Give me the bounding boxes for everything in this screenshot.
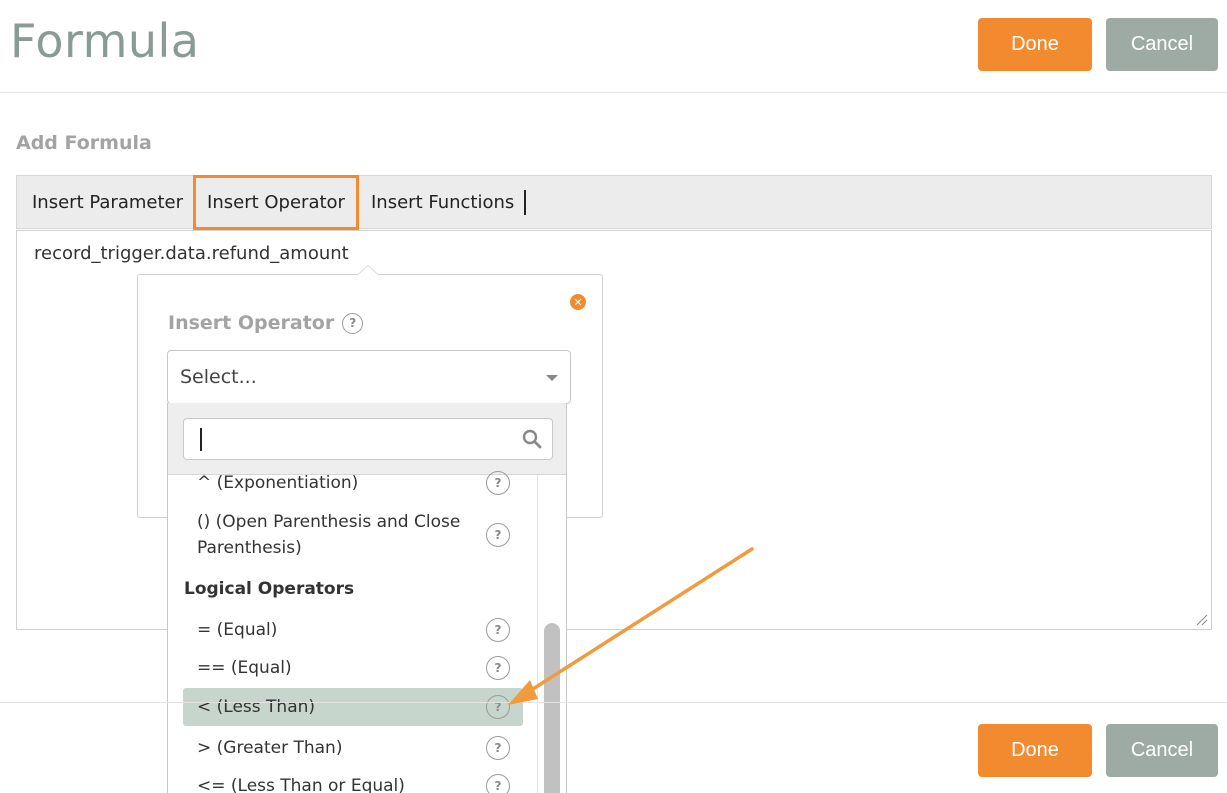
option-label: == (Equal) (197, 658, 292, 678)
done-button-top[interactable]: Done (978, 18, 1092, 71)
dropdown-scrollbar[interactable] (537, 475, 566, 793)
cancel-button-bottom[interactable]: Cancel (1106, 724, 1218, 777)
operator-dropdown: ^ (Exponentiation) ? () (Open Parenthesi… (167, 403, 567, 793)
help-icon[interactable]: ? (486, 695, 510, 719)
popover-title-text: Insert Operator (168, 312, 335, 334)
help-icon[interactable]: ? (486, 471, 510, 495)
list-item-less-than-or-equal[interactable]: <= (Less Than or Equal) ? (183, 770, 523, 793)
done-button-bottom[interactable]: Done (978, 724, 1092, 777)
insert-parameter-tab[interactable]: Insert Parameter (32, 176, 183, 228)
option-label: < (Less Than) (197, 697, 316, 717)
select-value: Select... (180, 366, 257, 388)
dropdown-search-area (168, 403, 566, 475)
close-icon[interactable]: ✕ (570, 294, 586, 310)
option-label-line-1: () (Open Parenthesis and Close (197, 512, 461, 532)
operator-select[interactable]: Select... (167, 350, 571, 404)
option-label: () (Open Parenthesis and Close Parenthes… (197, 509, 460, 561)
help-icon[interactable]: ? (486, 618, 510, 642)
list-item-less-than[interactable]: < (Less Than) ? (183, 688, 523, 726)
popover-title: Insert Operator ? (168, 312, 364, 334)
insert-operator-tab[interactable]: Insert Operator (193, 175, 359, 230)
page-title: Formula (10, 14, 200, 68)
help-icon[interactable]: ? (486, 736, 510, 760)
list-item-equal[interactable]: = (Equal) ? (183, 614, 523, 646)
option-label: > (Greater Than) (197, 738, 343, 758)
list-item-exponentiation[interactable]: ^ (Exponentiation) ? (183, 469, 523, 497)
section-label: Add Formula (16, 132, 152, 154)
search-input[interactable] (183, 418, 553, 460)
help-icon[interactable]: ? (342, 312, 364, 334)
group-label-logical-operators: Logical Operators (184, 579, 355, 599)
search-cursor (200, 428, 202, 451)
header-divider (0, 92, 1227, 93)
option-label-line-2: Parenthesis) (197, 538, 302, 558)
chevron-down-icon[interactable] (546, 375, 558, 381)
option-label: = (Equal) (197, 620, 278, 640)
help-icon[interactable]: ? (486, 523, 510, 547)
cancel-button-top[interactable]: Cancel (1106, 18, 1218, 71)
option-label: <= (Less Than or Equal) (197, 776, 405, 793)
formula-toolbar: Insert Parameter Insert Operator Insert … (16, 175, 1212, 230)
list-item-greater-than[interactable]: > (Greater Than) ? (183, 732, 523, 764)
operator-list: ^ (Exponentiation) ? () (Open Parenthesi… (168, 471, 538, 793)
popover-arrow (357, 265, 379, 275)
help-icon[interactable]: ? (486, 656, 510, 680)
formula-text[interactable]: record_trigger.data.refund_amount (34, 243, 349, 264)
resize-grip-icon[interactable] (1196, 614, 1208, 626)
list-item-parenthesis[interactable]: () (Open Parenthesis and Close Parenthes… (183, 509, 523, 561)
help-icon[interactable]: ? (486, 774, 510, 793)
search-icon (522, 429, 542, 449)
list-item-double-equal[interactable]: == (Equal) ? (183, 652, 523, 684)
option-label: ^ (Exponentiation) (197, 473, 359, 493)
scrollbar-thumb[interactable] (544, 623, 560, 793)
insert-functions-tab[interactable]: Insert Functions (371, 176, 514, 228)
footer-divider (0, 702, 1227, 703)
text-cursor (524, 190, 526, 215)
